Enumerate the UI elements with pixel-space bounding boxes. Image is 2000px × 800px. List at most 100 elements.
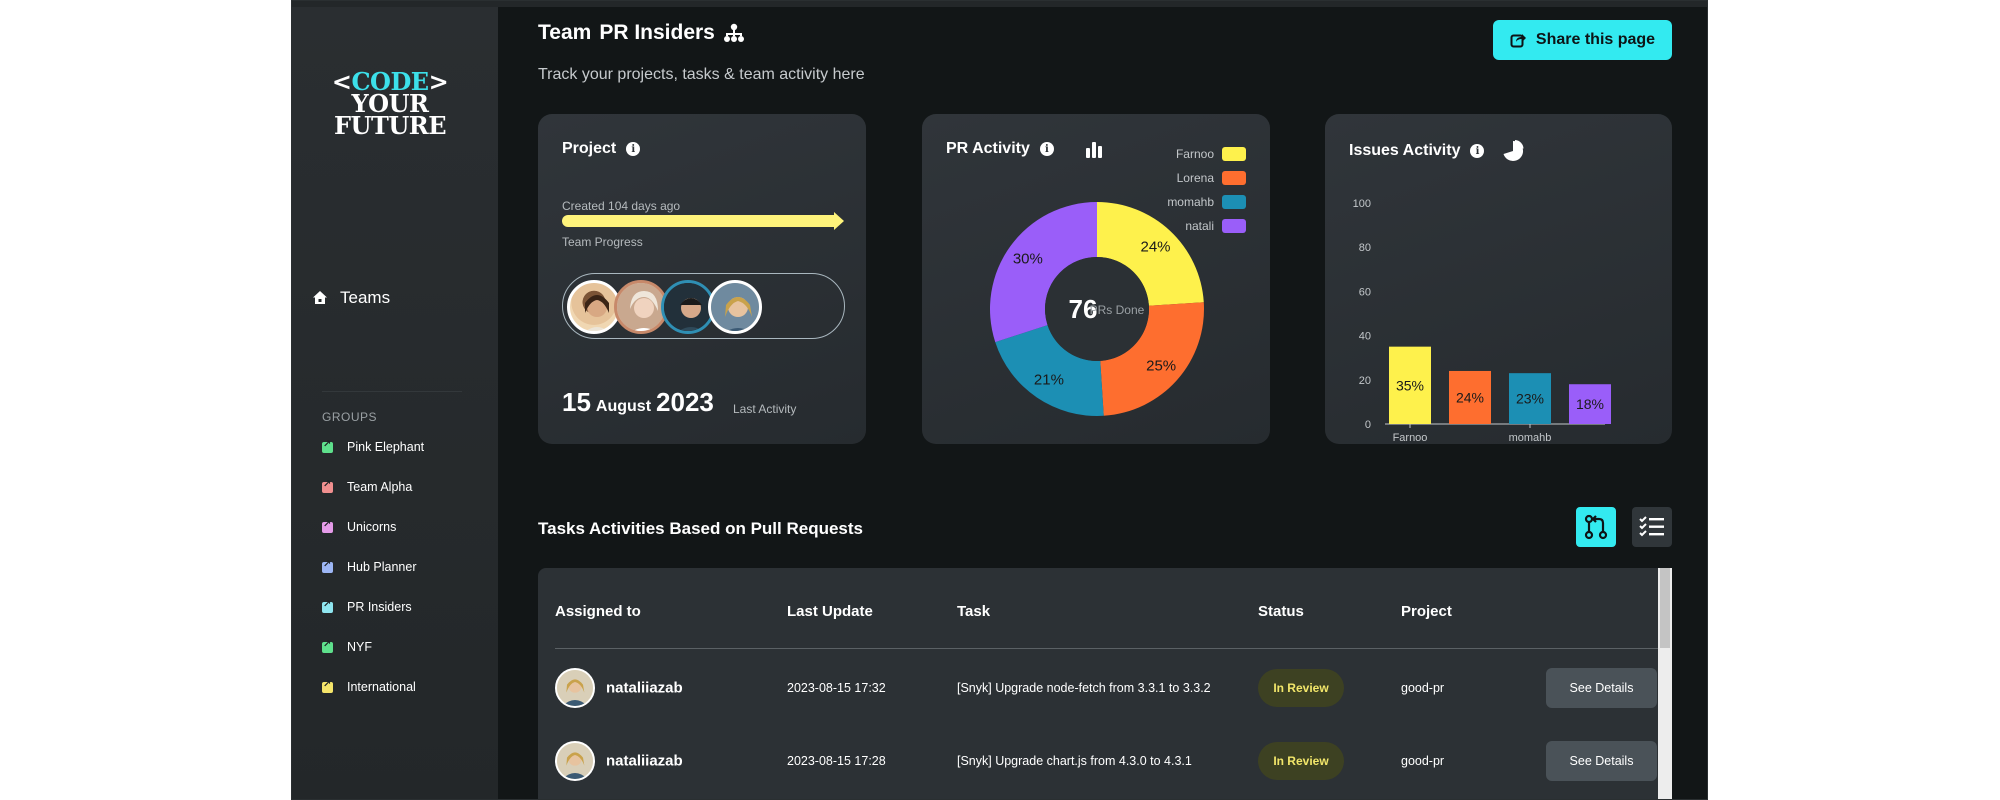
share-page-button[interactable]: Share this page (1493, 20, 1672, 60)
legend-item[interactable]: Farnoo (1122, 142, 1246, 166)
row-project: good-pr (1401, 754, 1445, 768)
avatar[interactable] (708, 280, 762, 334)
project-card-title: Project i (562, 140, 641, 158)
last-activity-month: August (595, 398, 652, 415)
table-scrollbar[interactable] (1658, 568, 1672, 799)
column-header-last-update[interactable]: Last Update (787, 603, 873, 620)
status-badge: In Review (1258, 669, 1344, 707)
donut-slice-label: 24% (1141, 239, 1171, 256)
row-user: nataliiazab (606, 752, 683, 770)
avatar (555, 741, 595, 781)
bar-value-label: 35% (1396, 377, 1424, 393)
group-label: PR Insiders (347, 600, 412, 614)
sidebar-item-teams[interactable]: Teams (312, 288, 390, 308)
legend-swatch (1222, 171, 1246, 185)
donut-slice-label: 30% (1013, 251, 1043, 268)
sidebar-group-hub-planner[interactable]: Hub Planner (322, 559, 417, 574)
avatar[interactable] (614, 280, 668, 334)
row-task: [Snyk] Upgrade chart.js from 4.3.0 to 4.… (957, 754, 1192, 768)
page-title-team: Team (538, 21, 592, 44)
group-label: NYF (347, 640, 372, 654)
sidebar-group-unicorns[interactable]: Unicorns (322, 519, 397, 534)
sidebar-group-nyf[interactable]: NYF (322, 639, 372, 654)
status-badge: In Review (1258, 742, 1344, 780)
last-activity-day: 15 (562, 387, 591, 417)
pr-donut-chart: 24%25%21%30%76PRs Done (990, 202, 1204, 416)
row-user: nataliiazab (606, 679, 683, 697)
y-tick-label: 20 (1359, 375, 1371, 387)
bar-chart-icon[interactable] (1084, 140, 1104, 158)
y-tick-label: 0 (1365, 419, 1371, 431)
info-icon[interactable]: i (1470, 144, 1485, 158)
table-row[interactable]: nataliiazab 2023-08-15 17:28 [Snyk] Upgr… (538, 731, 1658, 791)
table-row[interactable]: nataliiazab 2023-08-15 17:32 [Snyk] Upgr… (538, 658, 1658, 718)
see-details-button[interactable]: See Details (1546, 668, 1657, 708)
column-header-status[interactable]: Status (1258, 603, 1304, 620)
project-created-text: Created 104 days ago (562, 199, 681, 213)
home-icon (313, 291, 327, 304)
pull-requests-view-button[interactable] (1576, 507, 1616, 547)
groups-heading: GROUPS (322, 410, 378, 424)
group-label: Hub Planner (347, 560, 417, 574)
arrow-link-icon (322, 679, 333, 693)
avatar-portrait-icon (557, 743, 593, 779)
arrow-link-icon (322, 519, 333, 533)
team-progress-label: Team Progress (562, 235, 643, 249)
share-icon (1510, 34, 1526, 48)
avatar[interactable] (661, 280, 715, 334)
project-card-title-text: Project (562, 140, 617, 157)
y-tick-label: 80 (1359, 242, 1371, 254)
row-task: [Snyk] Upgrade node-fetch from 3.3.1 to … (957, 681, 1211, 695)
legend-item[interactable]: Lorena (1122, 166, 1246, 190)
sidebar-group-team-alpha[interactable]: Team Alpha (322, 479, 412, 494)
avatar-portrait-icon (711, 283, 759, 331)
pr-activity-title-text: PR Activity (946, 140, 1030, 157)
team-avatars-group[interactable] (562, 273, 845, 339)
arrow-link-icon (322, 599, 333, 613)
legend-swatch (1222, 219, 1246, 233)
pie-chart-icon[interactable] (1502, 140, 1524, 162)
bar-value-label: 24% (1456, 389, 1484, 405)
y-tick-label: 60 (1359, 286, 1371, 298)
page-subtitle: Track your projects, tasks & team activi… (538, 66, 865, 83)
team-progress-bar (562, 212, 844, 230)
arrow-link-icon (322, 479, 333, 493)
see-details-button[interactable]: See Details (1546, 741, 1657, 781)
row-project: good-pr (1401, 681, 1445, 695)
tasks-section-title: Tasks Activities Based on Pull Requests (538, 519, 864, 538)
task-list-view-button[interactable] (1632, 507, 1672, 547)
pr-activity-title: PR Activity i (946, 140, 1104, 158)
info-icon[interactable]: i (1039, 142, 1054, 156)
sidebar-group-pr-insiders[interactable]: PR Insiders (322, 599, 412, 614)
main-content: Team PR Insiders Track your projects, ta… (498, 7, 1707, 799)
pull-request-icon (1584, 514, 1608, 540)
header-divider (555, 648, 1658, 649)
avatar-portrait-icon (557, 670, 593, 706)
code-your-future-logo[interactable]: <CODE> YOUR FUTURE (330, 70, 450, 140)
sidebar-group-pink-elephant[interactable]: Pink Elephant (322, 439, 424, 454)
scrollbar-thumb[interactable] (1660, 568, 1670, 648)
app-window: <CODE> YOUR FUTURE Teams GROUPS Pink Ele… (291, 0, 1708, 800)
project-card: Project i Created 104 days ago Team Prog… (538, 114, 866, 444)
x-tick-label: momahb (1509, 432, 1552, 444)
sidebar-group-international[interactable]: International (322, 679, 416, 694)
sidebar-item-label: Teams (340, 288, 391, 307)
arrow-link-icon (322, 439, 333, 453)
arrow-link-icon (322, 639, 333, 653)
prs-done-label: PRs Done (1090, 303, 1145, 317)
bar-value-label: 23% (1516, 391, 1544, 407)
avatar[interactable] (567, 280, 621, 334)
column-header-assigned[interactable]: Assigned to (555, 603, 641, 620)
column-header-task[interactable]: Task (957, 603, 990, 620)
checklist-icon (1639, 516, 1664, 537)
logo-future-text: FUTURE (334, 111, 447, 140)
page-title: Team PR Insiders (538, 21, 745, 45)
info-icon[interactable]: i (626, 142, 641, 156)
y-tick-label: 40 (1359, 331, 1371, 343)
column-header-project[interactable]: Project (1401, 603, 1452, 620)
issues-activity-title-text: Issues Activity (1349, 142, 1461, 159)
last-activity-date: 15 August 2023 (562, 387, 714, 418)
legend-swatch (1222, 195, 1246, 209)
logo-bracket-left: < (331, 67, 352, 96)
group-label: Unicorns (347, 520, 397, 534)
